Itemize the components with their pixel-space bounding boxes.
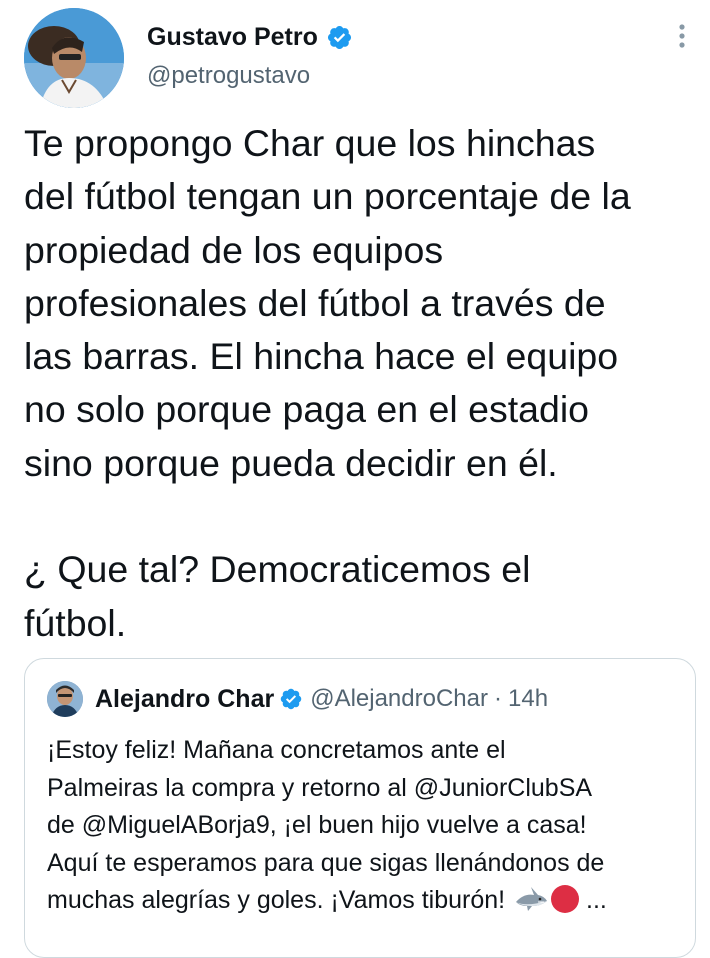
- tweet-line-break: [24, 490, 700, 543]
- tweet-line: sino porque pueda decidir en él.: [24, 441, 558, 484]
- tweet-line: fútbol.: [24, 601, 127, 644]
- tweet-line: las barras. El hincha hace el equipo: [24, 335, 619, 378]
- tweet-line: no solo porque paga en el estadio: [24, 388, 590, 431]
- profile-photo-icon: [24, 8, 124, 108]
- text-ellipsis: ...: [586, 886, 607, 914]
- profile-photo-icon: [47, 681, 83, 717]
- quoted-tweet-text: ¡Estoy feliz! Mañana concretamos ante el…: [47, 732, 687, 920]
- quoted-tweet-line: muchas alegrías y goles. ¡Vamos tiburón!: [47, 886, 506, 914]
- tweet-line: Te propongo Char que los hinchas: [24, 122, 596, 164]
- quoted-tweet-card[interactable]: Alejandro Char @AlejandroChar · 14h ¡Est…: [24, 658, 696, 958]
- quoted-author-avatar[interactable]: [47, 681, 83, 717]
- tweet-text: Te propongo Char que los hinchas del fút…: [24, 117, 700, 650]
- verified-badge-icon: [326, 24, 353, 51]
- tweet-line: profesionales del fútbol a través de: [24, 281, 606, 324]
- quoted-tweet-line: Aquí te esperamos para que sigas llenánd…: [47, 848, 605, 877]
- quoted-tweet-line: Palmeiras la compra y retorno al @Junior…: [47, 773, 593, 802]
- more-vertical-icon[interactable]: [670, 20, 694, 52]
- tweet-line: propiedad de los equipos: [24, 228, 444, 271]
- quoted-tweet-timestamp[interactable]: 14h: [508, 685, 548, 713]
- quoted-author-name[interactable]: Alejandro Char: [95, 685, 274, 714]
- author-name[interactable]: Gustavo Petro: [147, 23, 318, 52]
- tweet-line: del fútbol tengan un porcentaje de la: [24, 175, 631, 218]
- separator-dot: ·: [494, 685, 502, 712]
- quoted-tweet-line: de @MiguelABorja9, ¡el buen hijo vuelve …: [47, 811, 587, 839]
- author-handle[interactable]: @petrogustavo: [147, 62, 310, 90]
- quoted-tweet-line: ¡Estoy feliz! Mañana concretamos ante el: [47, 736, 506, 764]
- tweet-line: ¿ Que tal? Democraticemos el: [24, 548, 531, 591]
- verified-badge-icon: [279, 687, 303, 711]
- author-avatar[interactable]: [24, 8, 124, 108]
- author-name-row[interactable]: Gustavo Petro: [147, 19, 353, 55]
- quoted-author-handle[interactable]: @AlejandroChar: [310, 685, 488, 713]
- red-circle-emoji-icon: [551, 885, 580, 913]
- shark-emoji-icon: [514, 885, 548, 913]
- quoted-tweet-header: Alejandro Char @AlejandroChar · 14h: [95, 683, 548, 715]
- quoted-tweet-line-last: muchas alegrías y goles. ¡Vamos tiburón!…: [47, 882, 687, 920]
